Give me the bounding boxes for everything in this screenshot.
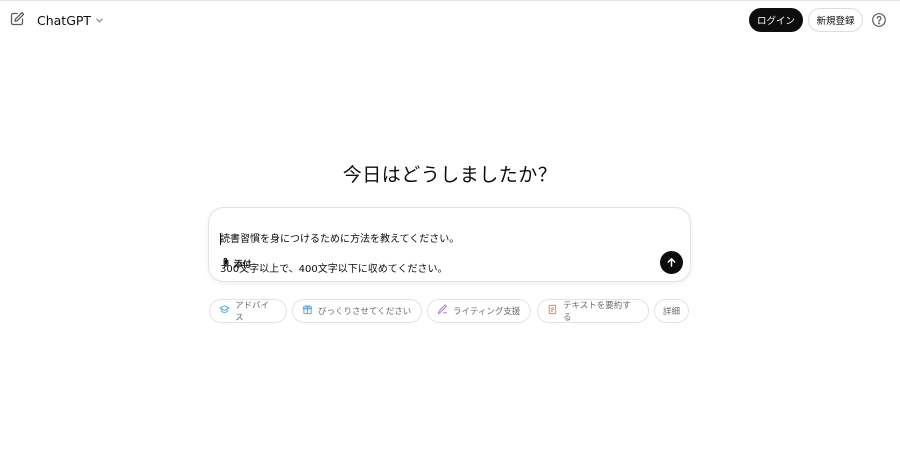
login-button[interactable]: ログイン: [749, 8, 803, 32]
suggestion-chip-more[interactable]: 詳細: [654, 299, 689, 323]
model-switcher[interactable]: ChatGPT: [37, 10, 104, 30]
model-name: ChatGPT: [37, 12, 92, 28]
message-composer[interactable]: 読書習慣を身につけるために方法を教えてください。 300文字以上で、400文字以…: [208, 207, 691, 282]
chevron-down-icon: [95, 13, 104, 28]
suggestion-chip-summarize[interactable]: テキストを要約する: [537, 299, 649, 323]
suggestion-chip-surprise[interactable]: びっくりさせてください: [292, 299, 422, 323]
top-bar: ChatGPT ログイン 新規登録: [0, 0, 900, 39]
suggestion-label: ライティング支援: [453, 307, 521, 317]
suggestion-label: アドバイス: [235, 301, 270, 323]
paperclip-icon: [221, 257, 231, 271]
prompt-line-2: 300文字以上で、400文字以下に収めてください。: [220, 264, 448, 275]
document-icon: [547, 304, 558, 318]
suggestion-label: 詳細: [662, 307, 680, 317]
suggestion-label: テキストを要約する: [563, 301, 631, 323]
text-caret: [220, 233, 221, 245]
arrow-up-icon: [666, 253, 677, 272]
suggestion-chip-writing[interactable]: ライティング支援: [427, 299, 531, 323]
prompt-input[interactable]: 読書習慣を身につけるために方法を教えてください。 300文字以上で、400文字以…: [220, 217, 640, 292]
attach-button[interactable]: 添付: [221, 257, 251, 271]
suggestion-label: びっくりさせてください: [318, 307, 412, 317]
new-chat-icon[interactable]: [9, 11, 25, 27]
prompt-line-1: 読書習慣を身につけるために方法を教えてください。: [220, 234, 460, 245]
send-button[interactable]: [660, 251, 683, 274]
graduation-cap-icon: [219, 304, 230, 318]
attach-label: 添付: [234, 260, 252, 270]
signup-button[interactable]: 新規登録: [808, 8, 863, 32]
pen-icon: [437, 304, 448, 318]
suggestion-chip-advice[interactable]: アドバイス: [209, 299, 287, 323]
gift-icon: [302, 304, 313, 318]
help-icon[interactable]: [871, 12, 887, 28]
page-title: 今日はどうしましたか？: [342, 164, 558, 186]
